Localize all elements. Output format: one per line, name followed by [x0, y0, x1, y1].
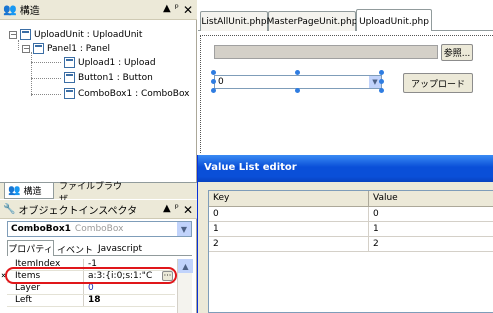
structure-panel: 👥 構造 ▲ ᵖ ✕ − UploadUnit : UploadUnit − P… — [0, 0, 197, 182]
structure-icon: 👥 — [8, 185, 21, 196]
dialog-titlebar: Value List editor — [198, 155, 493, 182]
tab-properties-label: プロパティ — [8, 245, 53, 255]
tab-uploadunit[interactable]: UploadUnit.php — [356, 9, 432, 33]
component-name: ComboBox1 — [11, 224, 71, 234]
property-row-layer[interactable]: Layer 0 — [7, 283, 175, 295]
selection-handle[interactable] — [379, 88, 384, 93]
panel-icon — [33, 43, 44, 54]
table-row[interactable]: 0 0 — [209, 207, 493, 222]
tree-node-uploadunit[interactable]: − UploadUnit : UploadUnit — [9, 29, 142, 40]
tab-javascript[interactable]: Javascript — [95, 242, 145, 256]
structure-bottom-tabs: 👥 構造 ファイルブラウザ — [0, 182, 197, 205]
grid-header: Key Value — [209, 191, 493, 207]
property-value[interactable]: 0 — [83, 283, 175, 294]
tab-label: UploadUnit.php — [359, 16, 429, 27]
tree-node-button1[interactable]: Button1 : Button — [64, 72, 153, 83]
combobox-field[interactable]: 0 ▼ — [214, 75, 382, 89]
combobox-value: 0 — [218, 77, 224, 87]
dropdown-arrow-icon[interactable]: ▲ — [163, 203, 171, 217]
selection-handle[interactable] — [211, 70, 216, 75]
key-cell[interactable]: 2 — [209, 237, 369, 251]
close-icon[interactable]: ✕ — [183, 3, 193, 17]
property-name: Layer — [15, 283, 41, 293]
tree-node-combobox1[interactable]: ComboBox1 : ComboBox — [64, 88, 190, 99]
selection-handle[interactable] — [295, 70, 300, 75]
structure-title: 構造 — [19, 6, 40, 17]
browse-button[interactable]: 参照... — [441, 44, 473, 61]
tab-structure-label: 構造 — [23, 187, 42, 197]
editor-tab-strip: ListAllUnit.php MasterPageUnit.php Uploa… — [198, 0, 493, 33]
upload-button[interactable]: アップロード — [403, 73, 473, 93]
tree-node-label: ComboBox1 : ComboBox — [78, 88, 190, 99]
component-icon — [64, 57, 75, 68]
tab-label: MasterPageUnit.php — [266, 17, 358, 27]
selection-handle[interactable] — [211, 88, 216, 93]
pin-icon[interactable]: ᵖ — [175, 3, 179, 17]
chevron-down-icon[interactable]: ▼ — [177, 222, 191, 236]
tab-events[interactable]: イベント — [56, 242, 94, 256]
key-cell[interactable]: 1 — [209, 222, 369, 236]
property-row-left[interactable]: Left 18 — [7, 295, 175, 307]
tab-masterpageunit[interactable]: MasterPageUnit.php — [266, 11, 358, 32]
collapse-icon[interactable]: − — [9, 30, 17, 39]
inspector-tabs: プロパティ イベント Javascript — [7, 240, 192, 256]
tree-node-label: UploadUnit : UploadUnit — [34, 29, 143, 40]
selection-handle[interactable] — [295, 88, 300, 93]
pin-icon[interactable]: ᵖ — [175, 203, 179, 217]
collapse-icon[interactable]: − — [22, 44, 30, 53]
close-icon[interactable]: ✕ — [183, 203, 193, 217]
selection-handle[interactable] — [211, 79, 216, 84]
column-value[interactable]: Value — [369, 191, 493, 206]
value-grid: Key Value 0 0 1 1 2 2 — [208, 190, 493, 313]
dropdown-arrow-icon[interactable]: ▲ — [163, 3, 171, 17]
value-cell[interactable]: 0 — [369, 207, 493, 221]
value-cell[interactable]: 1 — [369, 222, 493, 236]
property-scrollbar[interactable]: ▲ — [177, 259, 193, 313]
component-type: ComboBox — [74, 224, 124, 234]
upload-button-label: アップロード — [410, 79, 465, 90]
dialog-title: Value List editor — [204, 162, 297, 173]
tab-properties[interactable]: プロパティ — [7, 240, 54, 256]
highlight-oval — [5, 267, 177, 284]
scroll-up-icon[interactable]: ▲ — [178, 259, 193, 273]
property-name: Left — [15, 295, 32, 305]
component-icon — [64, 72, 75, 83]
structure-icon: 👥 — [3, 3, 17, 16]
tree-node-label: Upload1 : Upload — [78, 57, 156, 68]
value-list-editor-dialog: Value List editor Key Value 0 0 1 1 2 2 — [197, 155, 493, 313]
browse-button-label: 参照... — [443, 49, 471, 59]
tree-node-label: Panel1 : Panel — [47, 43, 111, 54]
inspector-icon: 🔧 — [3, 203, 16, 215]
value-cell[interactable]: 2 — [369, 237, 493, 251]
column-key[interactable]: Key — [209, 191, 369, 206]
tree-node-panel1[interactable]: − Panel1 : Panel — [22, 43, 110, 54]
selection-handle[interactable] — [379, 79, 384, 84]
property-value[interactable]: 18 — [83, 295, 175, 306]
tab-label: ListAllUnit.php — [201, 17, 267, 27]
unit-icon — [20, 29, 31, 40]
tab-javascript-label: Javascript — [97, 244, 143, 254]
key-cell[interactable]: 0 — [209, 207, 369, 221]
selection-handle[interactable] — [379, 70, 384, 75]
tree-node-label: Button1 : Button — [78, 72, 153, 83]
design-canvas: 参照... 0 ▼ アップロード — [198, 31, 493, 155]
inspector-titlebar: 🔧 オブジェクトインスペクタ ▲ ᵖ ✕ — [0, 200, 197, 219]
component-icon — [64, 88, 75, 99]
upload-path-field[interactable] — [214, 45, 438, 59]
inspector-title: オブジェクトインスペクタ — [18, 205, 138, 217]
table-row[interactable]: 1 1 — [209, 222, 493, 237]
structure-titlebar: 👥 構造 ▲ ᵖ ✕ — [0, 0, 197, 20]
tab-file-browser[interactable]: ファイルブラウザ — [56, 182, 126, 205]
tab-structure[interactable]: 👥 構造 — [4, 183, 54, 199]
tree-node-upload1[interactable]: Upload1 : Upload — [64, 57, 156, 68]
object-inspector: 🔧 オブジェクトインスペクタ ▲ ᵖ ✕ ComboBox1 ComboBox … — [0, 200, 197, 313]
tab-listallunit[interactable]: ListAllUnit.php — [200, 11, 268, 32]
table-row[interactable]: 2 2 — [209, 237, 493, 252]
component-selector[interactable]: ComboBox1 ComboBox ▼ — [7, 221, 192, 237]
tab-events-label: イベント — [56, 245, 93, 256]
